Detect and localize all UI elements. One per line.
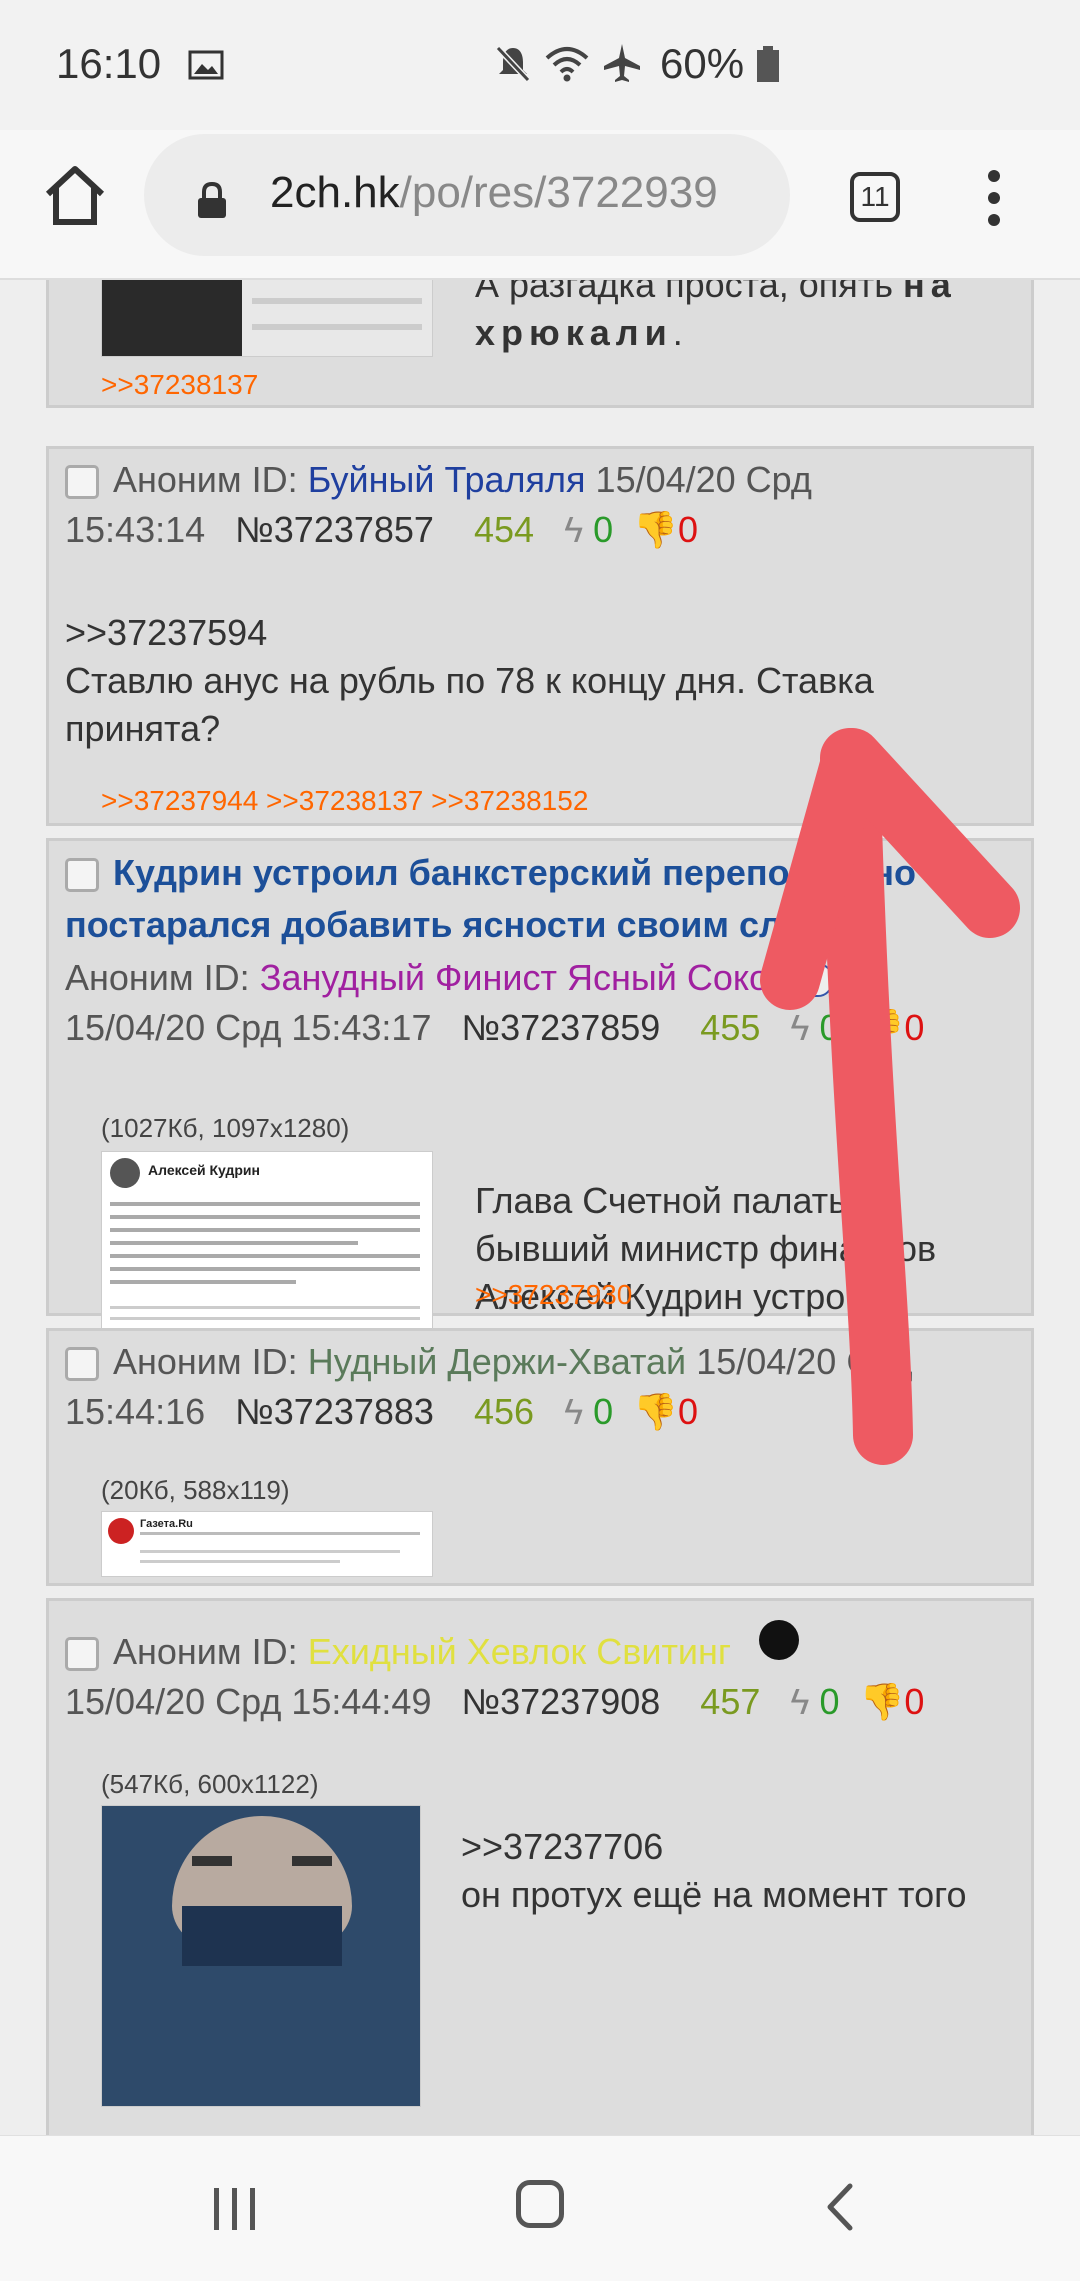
battery-icon: [757, 46, 779, 82]
back-icon[interactable]: [824, 2182, 854, 2232]
mute-icon: [495, 45, 531, 83]
address-bar[interactable]: 2ch.hk/po/res/3722939: [144, 134, 790, 256]
tab-switcher-button[interactable]: 11: [850, 172, 900, 222]
home-nav-icon[interactable]: [516, 2180, 564, 2228]
recent-apps-icon[interactable]: [210, 2186, 260, 2232]
battery-percent: 60%: [660, 40, 745, 87]
url-text: 2ch.hk/po/res/3722939: [270, 168, 718, 218]
status-time: 16:10: [56, 40, 162, 87]
system-nav-bar: [0, 2135, 1080, 2281]
home-icon[interactable]: [40, 160, 110, 230]
wifi-icon: [545, 47, 589, 82]
url-path: /po/res/3722939: [399, 168, 718, 217]
image-icon: [188, 50, 224, 80]
thread-content: А разгадка проста, опять на хрюкали. >>3…: [0, 280, 1080, 2135]
browser-toolbar: 2ch.hk/po/res/3722939 11: [0, 130, 1080, 278]
lock-icon: [198, 182, 226, 218]
annotation-arrow: [760, 728, 1020, 1465]
airplane-icon: [604, 44, 640, 82]
status-bar: 16:10 60%: [0, 0, 1080, 130]
overflow-menu-icon[interactable]: [986, 164, 1002, 234]
url-host: 2ch.hk: [270, 168, 400, 217]
